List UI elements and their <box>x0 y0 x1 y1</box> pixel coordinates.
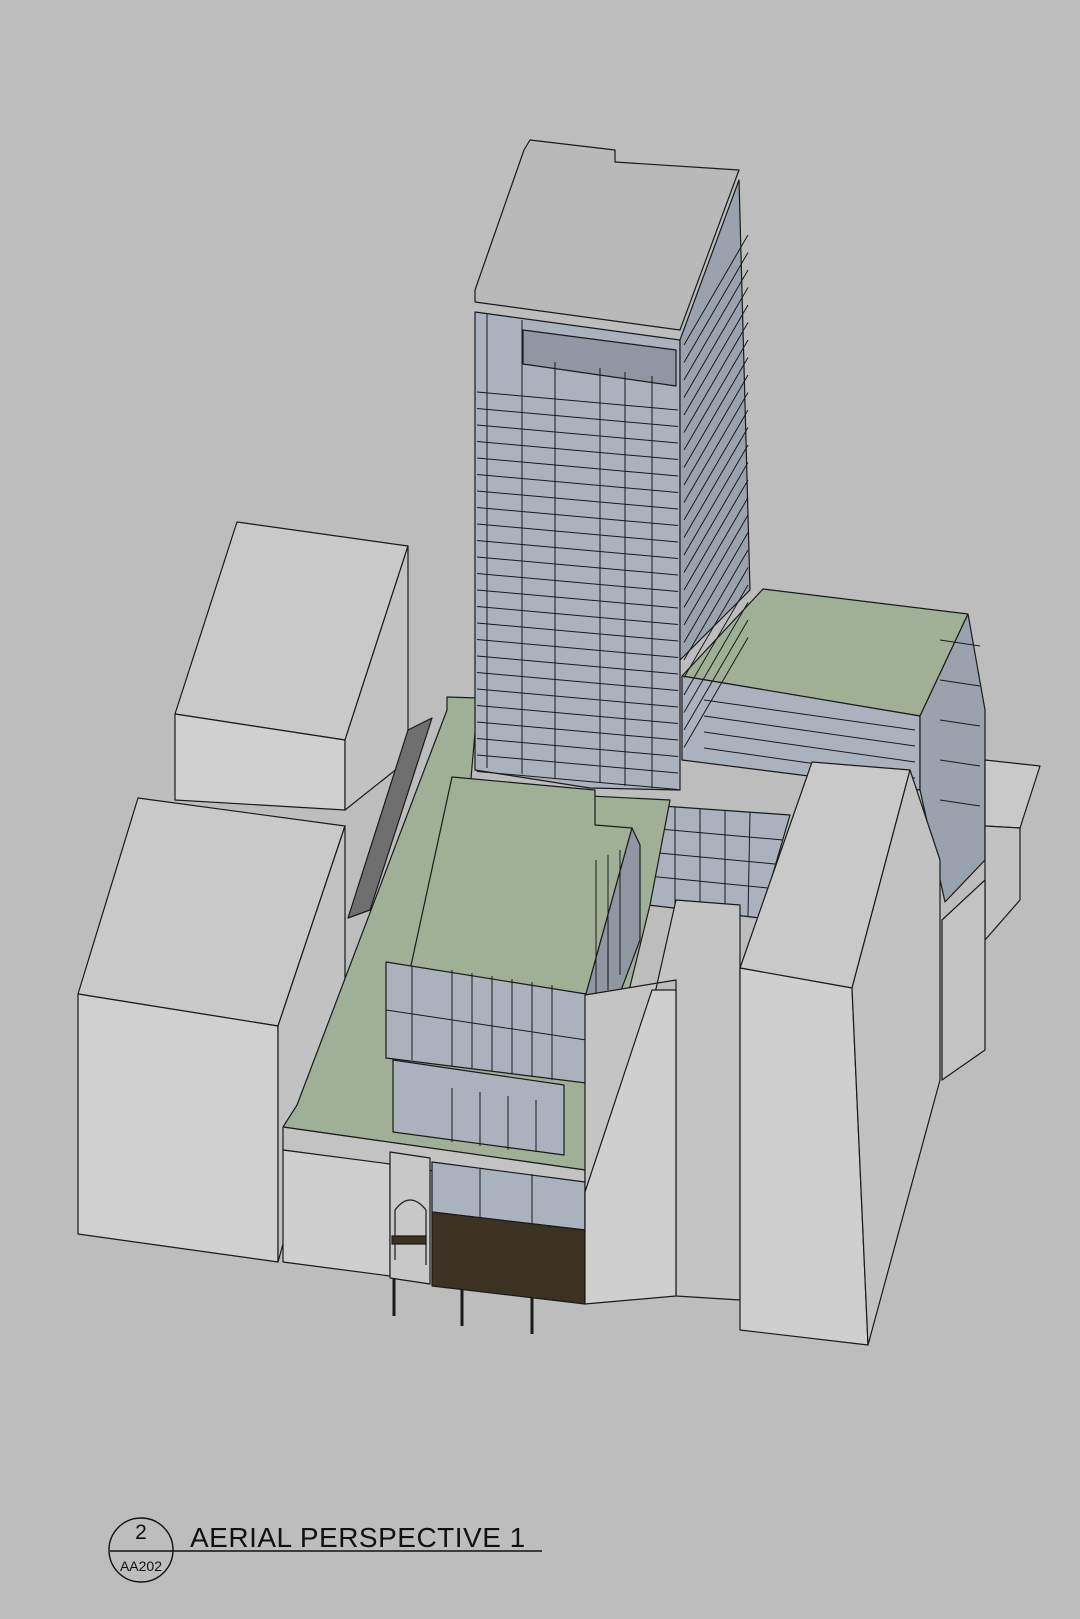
title-block: 2 AA202 AERIAL PERSPECTIVE 1 <box>108 1518 548 1584</box>
neighbour-right-face <box>739 967 869 1346</box>
annex-right-face <box>984 825 1021 941</box>
sheet-number: AA202 <box>119 1558 163 1574</box>
neighbour-building-left-back <box>174 521 409 811</box>
frontage-left-wall <box>282 1149 391 1277</box>
tower-face-left <box>474 311 681 791</box>
entrance-sign <box>391 1235 427 1245</box>
aerial-perspective-drawing <box>77 139 1041 1583</box>
annex-right-lower <box>941 879 986 1081</box>
neighbour-left-front-face <box>77 993 279 1263</box>
view-title: AERIAL PERSPECTIVE 1 <box>190 1522 526 1553</box>
annex-right-roof <box>984 759 1041 829</box>
view-number: 2 <box>135 1521 147 1544</box>
entrance-arch-wall <box>389 1151 431 1285</box>
